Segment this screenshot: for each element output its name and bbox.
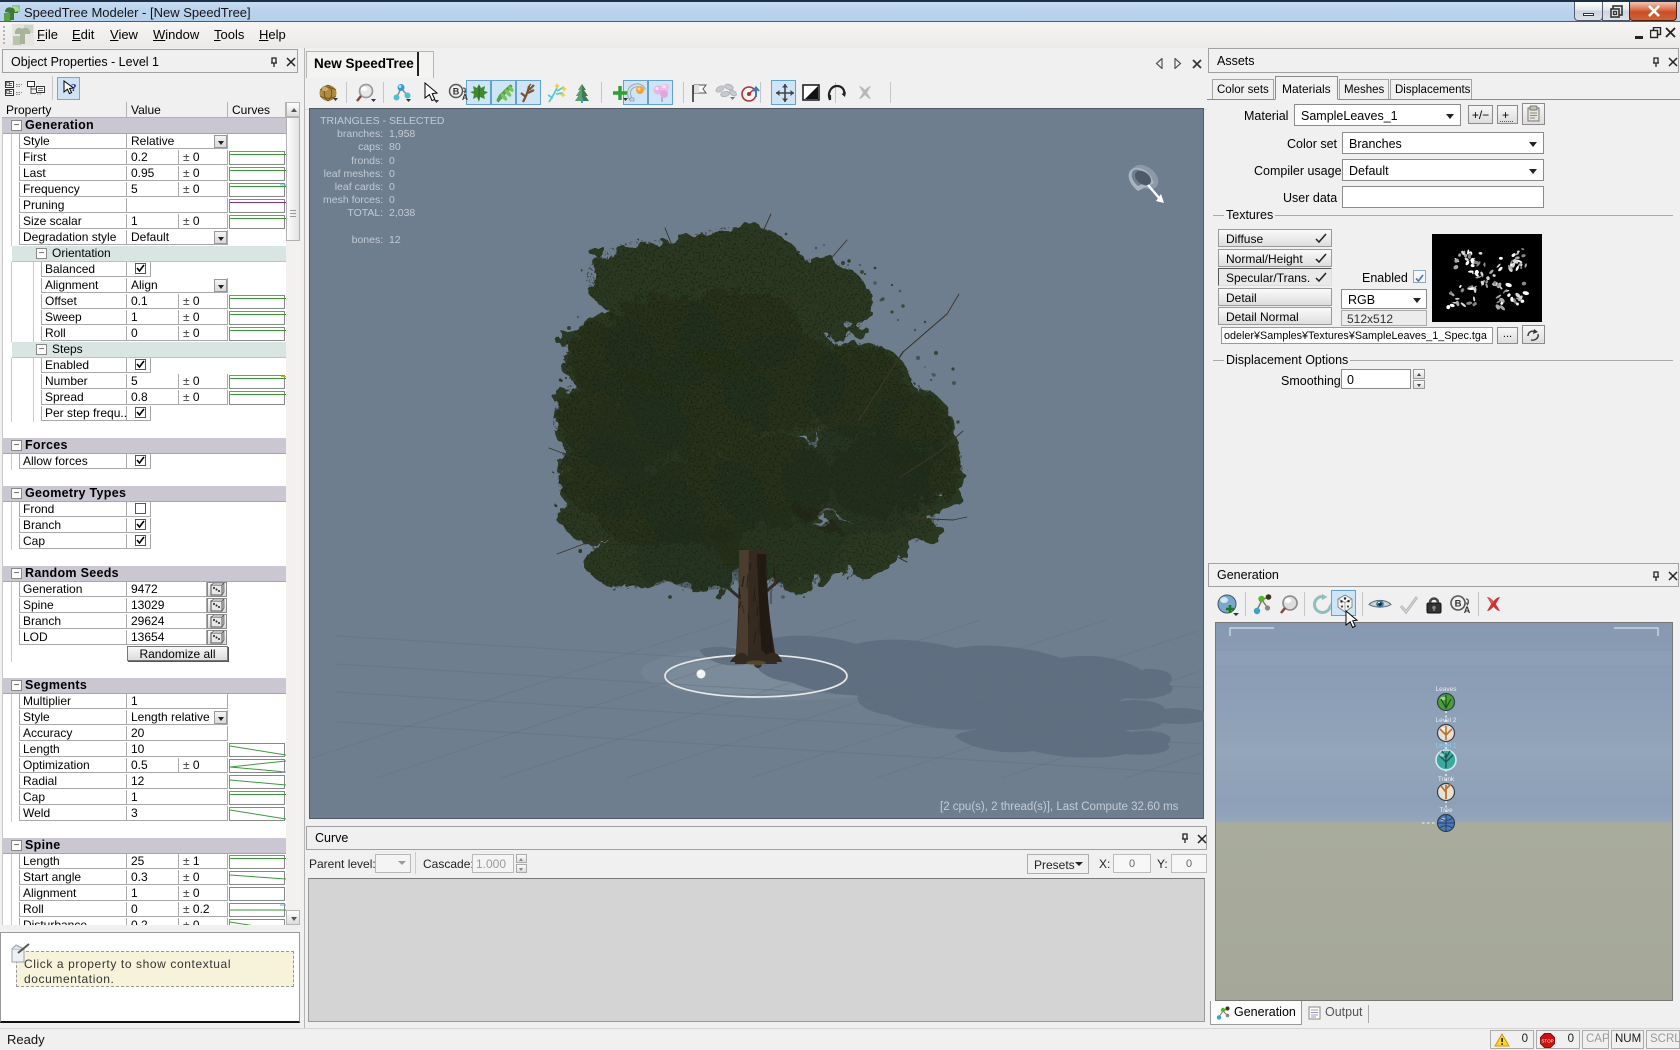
svg-text:B: B	[1455, 599, 1462, 610]
svg-text:Level 1: Level 1	[1436, 743, 1457, 750]
svg-text:B: B	[453, 87, 460, 97]
svg-text:A: A	[462, 92, 468, 102]
svg-text:?: ?	[71, 82, 77, 94]
svg-text:Level 2: Level 2	[1436, 717, 1457, 724]
svg-text:Leaves: Leaves	[1436, 686, 1458, 693]
svg-text:Tree: Tree	[1439, 807, 1453, 814]
svg-text:Trunk: Trunk	[1438, 776, 1455, 783]
svg-text:STOP: STOP	[1541, 1039, 1553, 1044]
svg-text:A: A	[1464, 605, 1471, 615]
